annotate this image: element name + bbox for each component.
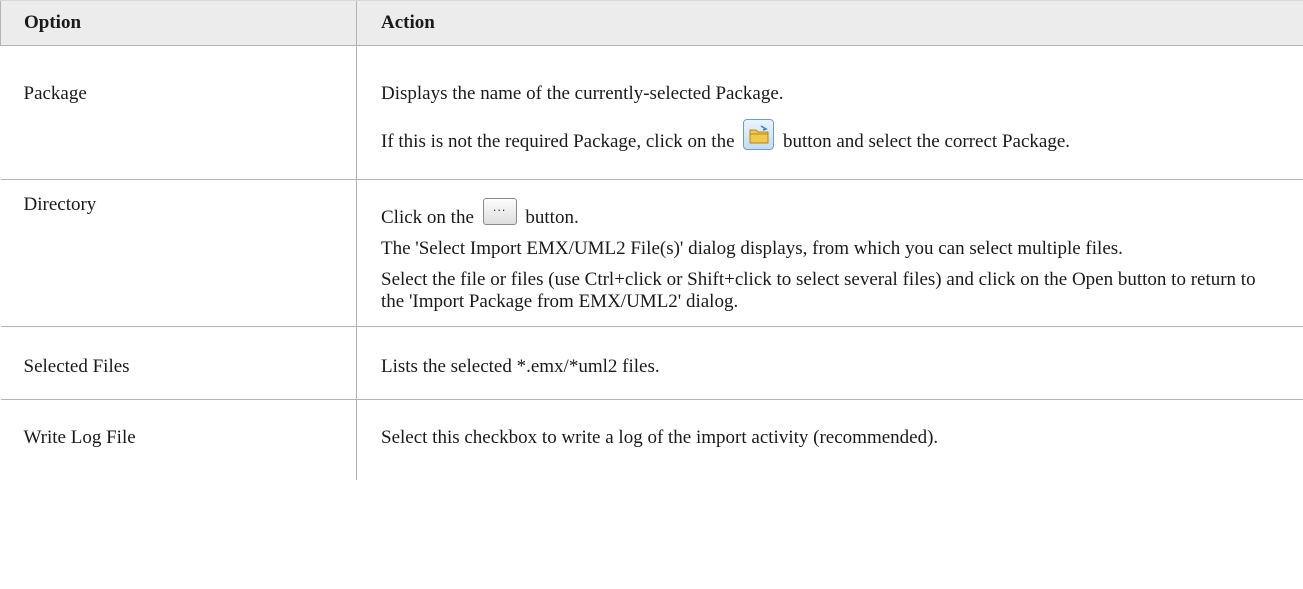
- option-label-write-log-file: Write Log File: [23, 427, 136, 448]
- table-row-directory: Directory Click on the ... button. The '…: [0, 179, 1303, 327]
- option-cell-package: Package: [0, 45, 357, 180]
- package-instruction-text-after: button and select the correct Package.: [778, 131, 1071, 152]
- option-cell-directory: Directory: [0, 179, 357, 327]
- write-log-description: Select this checkbox to write a log of t…: [381, 427, 939, 448]
- package-instruction: If this is not the required Package, cli…: [381, 119, 1280, 153]
- action-cell-selected-files: Lists the selected *.emx/*uml2 files.: [356, 326, 1303, 400]
- directory-instruction: Click on the ... button.: [381, 198, 1280, 229]
- table-header-row: Option Action: [0, 0, 1303, 46]
- package-description: Displays the name of the currently-selec…: [381, 83, 784, 104]
- option-label-package: Package: [23, 83, 87, 104]
- column-header-action: Action: [356, 0, 1303, 46]
- options-table: Option Action Package Displays the name …: [0, 0, 1303, 480]
- table-row-write-log-file: Write Log File Select this checkbox to w…: [1, 399, 1303, 480]
- package-instruction-text-before: If this is not the required Package, cli…: [381, 131, 740, 152]
- action-cell-write-log-file: Select this checkbox to write a log of t…: [356, 399, 1303, 480]
- table-row-package: Package Displays the name of the current…: [0, 45, 1303, 180]
- ellipsis-button-icon: ...: [482, 198, 517, 225]
- directory-dialog-description: The 'Select Import EMX/UML2 File(s)' dia…: [381, 238, 1123, 259]
- option-cell-write-log-file: Write Log File: [1, 400, 357, 480]
- directory-instruction-text-before: Click on the: [381, 207, 479, 228]
- directory-select-instruction: Select the file or files (use Ctrl+click…: [381, 269, 1256, 312]
- action-cell-package: Displays the name of the currently-selec…: [356, 45, 1303, 180]
- option-label-selected-files: Selected Files: [23, 356, 130, 377]
- option-cell-selected-files: Selected Files: [0, 326, 357, 400]
- ellipsis-glyph: ...: [492, 201, 507, 214]
- column-header-option: Option: [0, 0, 357, 46]
- folder-icon: [743, 119, 775, 150]
- selected-files-description: Lists the selected *.emx/*uml2 files.: [381, 356, 660, 377]
- directory-instruction-text-after: button.: [520, 207, 579, 228]
- action-cell-directory: Click on the ... button. The 'Select Imp…: [356, 179, 1303, 327]
- option-label-directory: Directory: [23, 194, 97, 215]
- table-row-selected-files: Selected Files Lists the selected *.emx/…: [0, 326, 1303, 400]
